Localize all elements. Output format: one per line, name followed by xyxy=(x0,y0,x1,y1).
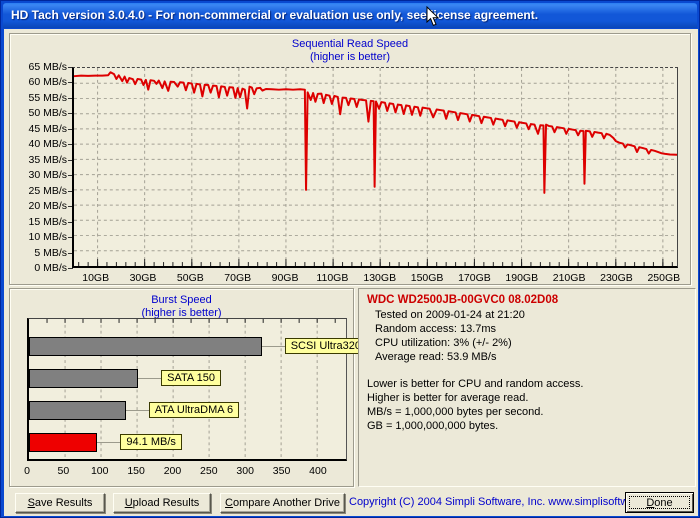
burst-x-tick-label: 400 xyxy=(309,465,327,477)
burst-x-tick-label: 0 xyxy=(24,465,30,477)
burst-x-tick-label: 100 xyxy=(91,465,109,477)
burst-chart-title: Burst Speed xyxy=(10,294,353,306)
read-x-tick-label: 70GB xyxy=(224,272,251,284)
burst-bar xyxy=(29,401,126,420)
drive-info-panel: WDC WD2500JB-00GVC0 08.02D08 Tested on 2… xyxy=(358,288,696,487)
burst-x-tick-label: 50 xyxy=(58,465,70,477)
spacer xyxy=(367,364,687,377)
note-gb-definition: GB = 1,000,000,000 bytes. xyxy=(367,419,687,433)
window-content: Sequential Read Speed (higher is better)… xyxy=(4,29,698,516)
drive-test-date: Tested on 2009-01-24 at 21:20 xyxy=(375,308,687,322)
note-lower-better: Lower is better for CPU and random acces… xyxy=(367,377,687,391)
read-y-tick-label: 40 MB/s xyxy=(10,138,67,150)
burst-x-tick-label: 150 xyxy=(127,465,145,477)
burst-bar-label: 94.1 MB/s xyxy=(120,434,182,450)
save-results-button[interactable]: Save Results xyxy=(15,493,105,513)
read-x-tick-label: 90GB xyxy=(272,272,299,284)
read-y-tick-label: 20 MB/s xyxy=(10,200,67,212)
burst-bar-label: SCSI Ultra320 xyxy=(285,338,367,354)
burst-x-tick-label: 250 xyxy=(200,465,218,477)
read-chart-subtitle: (higher is better) xyxy=(10,51,690,63)
compare-another-drive-button[interactable]: Compare Another Drive xyxy=(220,493,345,513)
read-y-tick-label: 25 MB/s xyxy=(10,185,67,197)
burst-plot: SCSI Ultra320SATA 150ATA UltraDMA 694.1 … xyxy=(27,318,347,461)
window-title: HD Tach version 3.0.4.0 - For non-commer… xyxy=(11,8,538,22)
read-x-tick-label: 10GB xyxy=(82,272,109,284)
note-higher-better: Higher is better for average read. xyxy=(367,391,687,405)
burst-x-tick-label: 350 xyxy=(273,465,291,477)
burst-bar-connector xyxy=(262,346,285,347)
read-y-tick-label: 45 MB/s xyxy=(10,123,67,135)
read-y-tick-label: 0 MB/s xyxy=(10,262,67,274)
drive-average-read: Average read: 53.9 MB/s xyxy=(375,350,687,364)
burst-bar xyxy=(29,433,97,452)
read-y-tick-mark xyxy=(68,268,73,269)
hd-tach-window: HD Tach version 3.0.4.0 - For non-commer… xyxy=(0,0,700,518)
read-y-tick-label: 35 MB/s xyxy=(10,154,67,166)
burst-speed-panel: Burst Speed (higher is better) SCSI Ultr… xyxy=(9,288,354,487)
read-speed-panel: Sequential Read Speed (higher is better)… xyxy=(9,33,691,285)
copyright-text: Copyright (C) 2004 Simpli Software, Inc.… xyxy=(349,496,621,508)
read-y-tick-label: 5 MB/s xyxy=(10,247,67,259)
done-button[interactable]: Done xyxy=(625,492,694,513)
read-x-tick-label: 170GB xyxy=(458,272,491,284)
read-x-tick-label: 250GB xyxy=(647,272,680,284)
read-x-tick-label: 230GB xyxy=(600,272,633,284)
titlebar[interactable]: HD Tach version 3.0.4.0 - For non-commer… xyxy=(3,3,697,28)
burst-x-tick-label: 300 xyxy=(236,465,254,477)
read-x-tick-label: 50GB xyxy=(177,272,204,284)
upload-results-button[interactable]: Upload Results xyxy=(113,493,211,513)
read-y-tick-label: 55 MB/s xyxy=(10,92,67,104)
read-x-tick-label: 190GB xyxy=(505,272,538,284)
read-plot-svg xyxy=(74,68,677,266)
burst-bar xyxy=(29,337,262,356)
burst-bar-connector xyxy=(126,410,149,411)
read-y-tick-label: 15 MB/s xyxy=(10,216,67,228)
read-plot xyxy=(72,67,678,268)
burst-bar-label: SATA 150 xyxy=(161,370,221,386)
burst-x-tick-label: 200 xyxy=(164,465,182,477)
read-x-tick-label: 130GB xyxy=(363,272,396,284)
burst-bar-connector xyxy=(97,442,120,443)
drive-cpu-utilization: CPU utilization: 3% (+/- 2%) xyxy=(375,336,687,350)
read-y-tick-label: 60 MB/s xyxy=(10,76,67,88)
read-x-tick-label: 110GB xyxy=(316,272,348,284)
drive-name: WDC WD2500JB-00GVC0 08.02D08 xyxy=(367,294,687,306)
read-y-tick-label: 65 MB/s xyxy=(10,61,67,73)
read-y-tick-label: 30 MB/s xyxy=(10,169,67,181)
read-x-tick-label: 150GB xyxy=(411,272,444,284)
mouse-cursor-icon xyxy=(426,6,440,27)
done-button-label: Done xyxy=(629,496,690,509)
burst-bar xyxy=(29,369,138,388)
read-chart-title: Sequential Read Speed xyxy=(10,38,690,50)
read-y-tick-label: 10 MB/s xyxy=(10,231,67,243)
read-y-tick-label: 50 MB/s xyxy=(10,107,67,119)
burst-bar-label: ATA UltraDMA 6 xyxy=(149,402,239,418)
note-mbs-definition: MB/s = 1,000,000 bytes per second. xyxy=(367,405,687,419)
read-x-tick-label: 30GB xyxy=(130,272,157,284)
drive-random-access: Random access: 13.7ms xyxy=(375,322,687,336)
read-x-tick-label: 210GB xyxy=(553,272,586,284)
burst-bar-connector xyxy=(138,378,161,379)
